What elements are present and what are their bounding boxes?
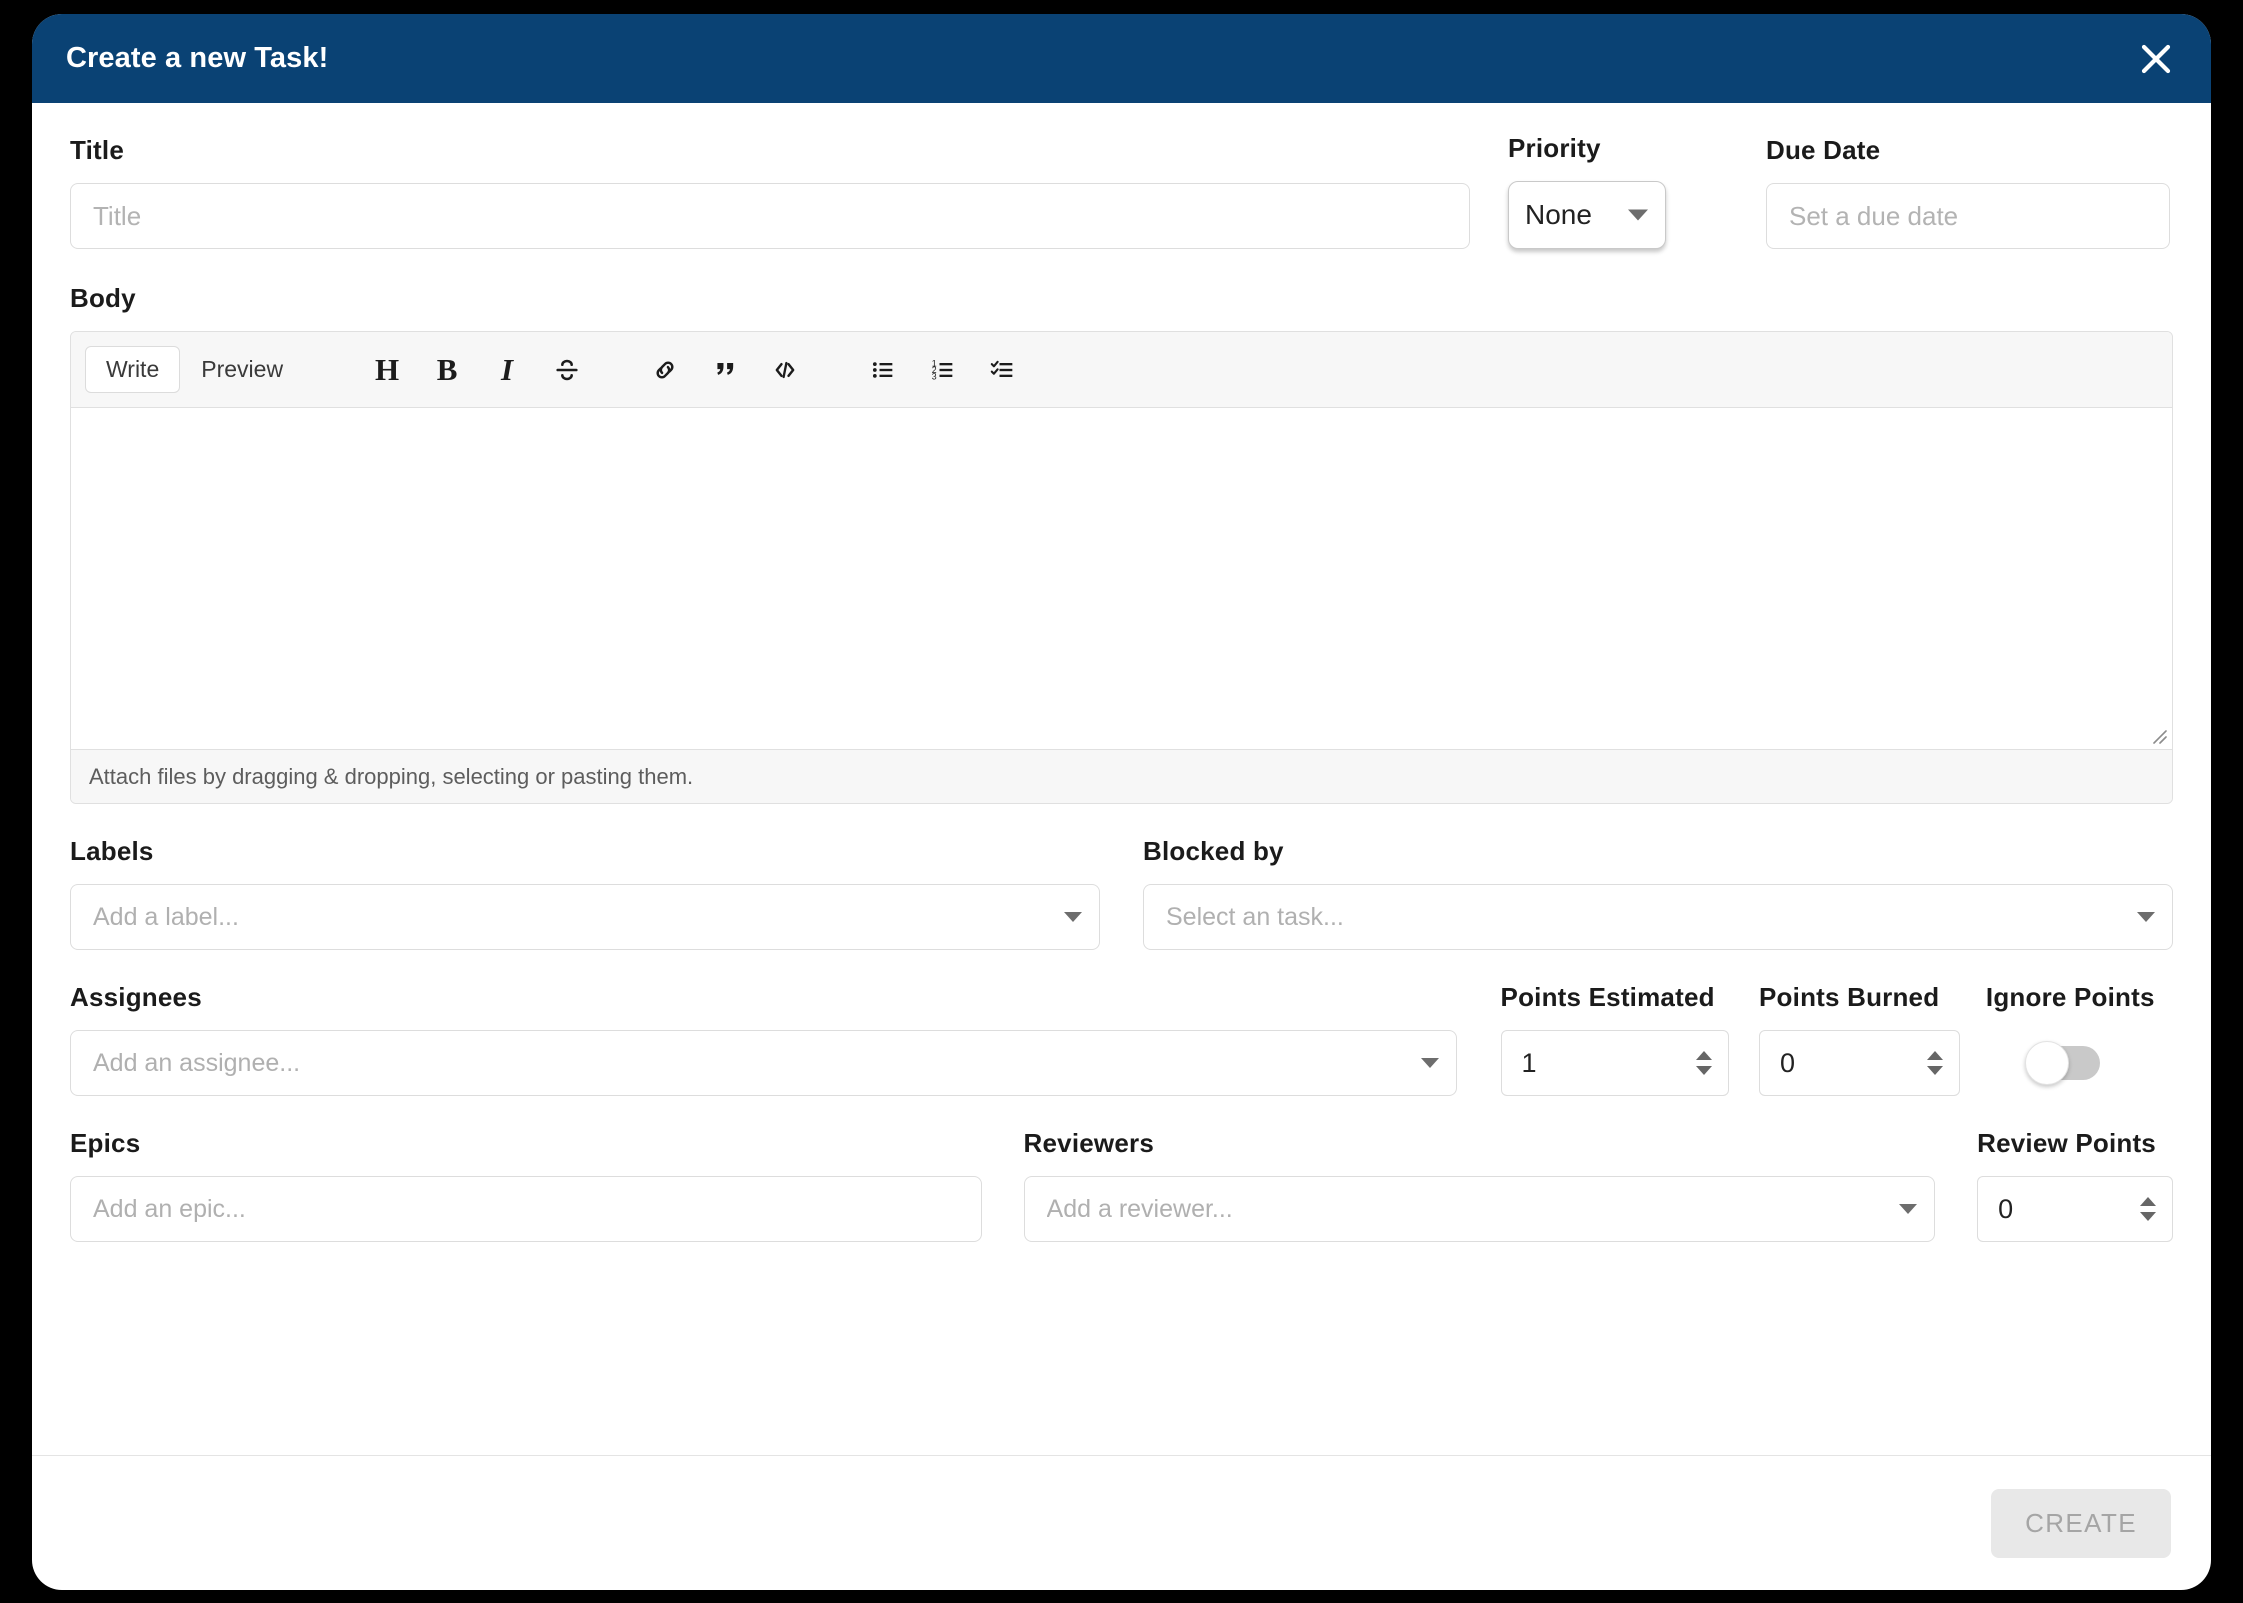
ordered-list-icon[interactable]: 1 2 3 (918, 345, 968, 395)
bold-icon[interactable]: B (422, 345, 472, 395)
italic-icon[interactable]: I (482, 345, 532, 395)
reviewers-input[interactable] (1023, 1176, 1936, 1242)
dialog-header: Create a new Task! (32, 14, 2211, 103)
create-button[interactable]: CREATE (1991, 1488, 2171, 1558)
epics-combo (70, 1176, 982, 1242)
heading-icon[interactable]: H (362, 345, 412, 395)
assignees-label: Assignees (70, 982, 202, 1012)
spin-up-icon[interactable] (2140, 1197, 2156, 1206)
spin-down-icon[interactable] (1926, 1066, 1943, 1075)
link-icon[interactable] (640, 345, 690, 395)
epics-input[interactable] (70, 1176, 982, 1242)
points-estimated-spin[interactable] (1696, 1051, 1713, 1075)
title-input[interactable] (70, 183, 1470, 249)
create-task-dialog: Create a new Task! Title Priority None (32, 14, 2211, 1590)
body-textarea-area (71, 408, 2172, 749)
labels-input[interactable] (70, 884, 1100, 950)
review-points-label: Review Points (1977, 1128, 2156, 1158)
assignees-input[interactable] (70, 1030, 1457, 1096)
priority-label: Priority (1508, 133, 1601, 163)
text-format-tool-group: H B I (362, 345, 592, 395)
body-section: Body Write Preview H B I 1 2 3 Attach fi… (70, 283, 2173, 804)
epics-reviewers-row: Epics Reviewers Review Points 0 (70, 1128, 2173, 1242)
priority-select[interactable]: None (1508, 181, 1666, 249)
ignore-points-toggle[interactable] (2024, 1041, 2100, 1085)
insert-tool-group (640, 345, 810, 395)
epics-label: Epics (70, 1128, 141, 1158)
editor-toolbar: Write Preview H B I 1 2 3 (71, 332, 2172, 408)
list-tool-group: 1 2 3 (858, 345, 1028, 395)
spin-down-icon[interactable] (2140, 1212, 2156, 1221)
points-burned-value: 0 (1780, 1047, 1796, 1078)
priority-selected-value: None (1525, 199, 1592, 230)
due-date-label: Due Date (1766, 135, 1881, 165)
blocked-by-combo (1143, 884, 2173, 950)
strikethrough-icon[interactable] (542, 345, 592, 395)
body-label: Body (70, 283, 136, 313)
blocked-by-input[interactable] (1143, 884, 2173, 950)
review-points-spin[interactable] (2140, 1197, 2156, 1221)
labels-label: Labels (70, 836, 154, 866)
close-icon[interactable] (2129, 32, 2183, 86)
markdown-editor: Write Preview H B I 1 2 3 Attach files b… (70, 331, 2173, 804)
reviewers-combo (1023, 1176, 1936, 1242)
points-estimated-value: 1 (1521, 1047, 1537, 1078)
assignees-points-row: Assignees Points Estimated 1 Points Bu (70, 982, 2173, 1096)
code-icon[interactable] (760, 345, 810, 395)
toggle-knob (2024, 1041, 2069, 1085)
textarea-resize-handle[interactable] (2148, 725, 2168, 745)
review-points-stepper[interactable]: 0 (1977, 1176, 2173, 1242)
reviewers-label: Reviewers (1023, 1128, 1154, 1158)
spin-up-icon[interactable] (1696, 1051, 1713, 1060)
labels-blocked-row: Labels Blocked by (70, 836, 2173, 950)
points-estimated-stepper[interactable]: 1 (1500, 1030, 1730, 1096)
attach-files-hint[interactable]: Attach files by dragging & dropping, sel… (71, 749, 2172, 803)
dialog-title: Create a new Task! (66, 42, 329, 74)
spin-down-icon[interactable] (1696, 1066, 1713, 1075)
spin-up-icon[interactable] (1926, 1051, 1943, 1060)
priority-select-wrapper: None (1508, 181, 1666, 249)
points-burned-stepper[interactable]: 0 (1759, 1030, 1960, 1096)
due-date-input[interactable] (1766, 183, 2170, 249)
ignore-points-label: Ignore Points (1985, 982, 2155, 1012)
attach-files-hint-text: Attach files by dragging & dropping, sel… (89, 763, 694, 789)
body-textarea[interactable] (71, 408, 2172, 749)
task-list-icon[interactable] (978, 345, 1028, 395)
points-estimated-label: Points Estimated (1500, 982, 1715, 1012)
review-points-value: 0 (1998, 1193, 2014, 1224)
blocked-by-label: Blocked by (1143, 836, 1284, 866)
points-burned-spin[interactable] (1926, 1051, 1943, 1075)
svg-text:3: 3 (932, 371, 937, 381)
title-label: Title (70, 135, 124, 165)
title-priority-duedate-row: Title Priority None Due Date (70, 133, 2173, 249)
tab-preview[interactable]: Preview (180, 346, 304, 393)
unordered-list-icon[interactable] (858, 345, 908, 395)
labels-combo (70, 884, 1100, 950)
points-burned-label: Points Burned (1759, 982, 1940, 1012)
tab-write[interactable]: Write (85, 346, 181, 393)
dialog-body: Title Priority None Due Date Body (32, 103, 2211, 1455)
assignees-combo (70, 1030, 1457, 1096)
quote-icon[interactable] (700, 345, 750, 395)
dialog-footer: CREATE (32, 1455, 2211, 1590)
